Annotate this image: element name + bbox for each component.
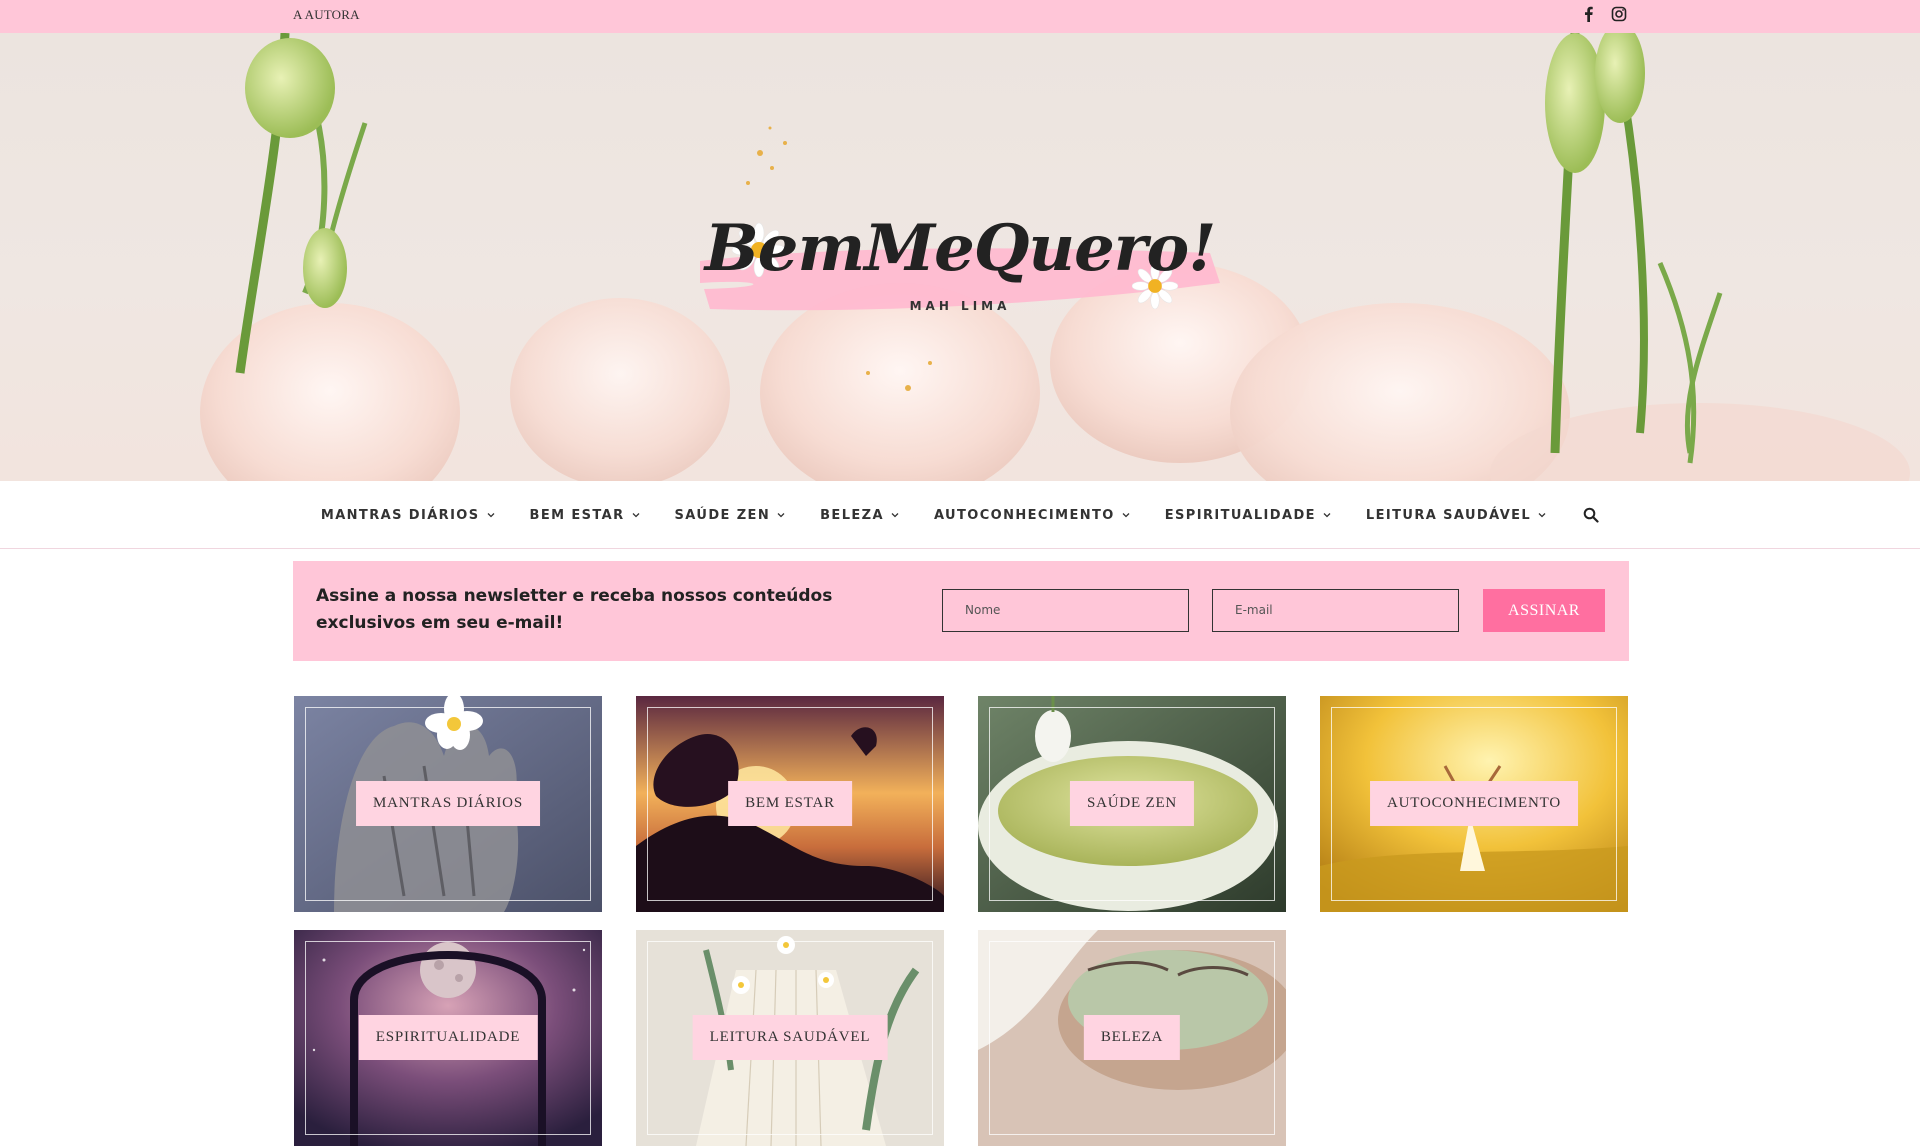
hero-banner: BemMeQuero! MAH LIMA — [0, 33, 1920, 481]
main-nav: MANTRAS DIÁRIOS BEM ESTAR SAÚDE ZEN BELE… — [0, 481, 1920, 549]
nav-item-beleza[interactable]: BELEZA — [820, 508, 900, 523]
chevron-down-icon — [487, 513, 494, 518]
author-link[interactable]: A AUTORA — [293, 7, 360, 23]
category-card-espiritualidade[interactable]: ESPIRITUALIDADE — [294, 930, 602, 1146]
category-label: BEM ESTAR — [728, 781, 852, 826]
social-links — [1581, 6, 1627, 22]
search-button[interactable] — [1581, 507, 1599, 523]
nav-item-saude-zen[interactable]: SAÚDE ZEN — [675, 508, 787, 523]
category-card-bem-estar[interactable]: BEM ESTAR — [636, 696, 944, 912]
newsletter-box: Assine a nossa newsletter e receba nosso… — [293, 561, 1629, 661]
nav-item-label: MANTRAS DIÁRIOS — [320, 507, 480, 523]
category-label: MANTRAS DIÁRIOS — [356, 781, 540, 826]
category-label: BELEZA — [1083, 1015, 1181, 1060]
logo-subtitle: MAH LIMA — [909, 299, 1011, 313]
chevron-down-icon — [891, 513, 899, 518]
category-card-mantras-diarios[interactable]: MANTRAS DIÁRIOS — [294, 696, 602, 912]
facebook-icon[interactable] — [1581, 6, 1597, 22]
nav-item-label: BEM ESTAR — [529, 507, 625, 523]
category-label: SAÚDE ZEN — [1069, 781, 1195, 826]
category-card-leitura-saudavel[interactable]: LEITURA SAUDÁVEL — [636, 930, 944, 1146]
chevron-down-icon — [1122, 513, 1130, 518]
nav-item-label: AUTOCONHECIMENTO — [933, 507, 1115, 523]
nav-item-autoconhecimento[interactable]: AUTOCONHECIMENTO — [934, 508, 1131, 523]
category-label: LEITURA SAUDÁVEL — [692, 1015, 888, 1060]
newsletter-text: Assine a nossa newsletter e receba nosso… — [316, 586, 833, 633]
chevron-down-icon — [1323, 513, 1331, 518]
nav-item-label: LEITURA SAUDÁVEL — [1365, 507, 1532, 523]
logo-title: BemMeQuero! — [704, 211, 1217, 286]
chevron-down-icon — [777, 513, 785, 518]
top-bar: A AUTORA — [0, 0, 1920, 33]
nav-item-label: SAÚDE ZEN — [674, 507, 771, 523]
category-label: ESPIRITUALIDADE — [358, 1015, 538, 1060]
site-logo[interactable]: BemMeQuero! MAH LIMA — [690, 183, 1230, 343]
chevron-down-icon — [632, 513, 640, 518]
subscribe-button[interactable]: ASSINAR — [1483, 589, 1605, 632]
category-card-autoconhecimento[interactable]: AUTOCONHECIMENTO — [1320, 696, 1628, 912]
nav-item-espiritualidade[interactable]: ESPIRITUALIDADE — [1165, 508, 1332, 523]
category-card-beleza[interactable]: BELEZA — [978, 930, 1286, 1146]
nav-item-label: BELEZA — [820, 507, 884, 523]
nav-item-bem-estar[interactable]: BEM ESTAR — [530, 508, 641, 523]
category-label: AUTOCONHECIMENTO — [1370, 781, 1578, 826]
email-field[interactable]: E-mail — [1212, 589, 1459, 632]
category-card-saude-zen[interactable]: SAÚDE ZEN — [978, 696, 1286, 912]
nav-item-leitura-saudavel[interactable]: LEITURA SAUDÁVEL — [1366, 508, 1547, 523]
nav-item-mantras-diarios[interactable]: MANTRAS DIÁRIOS — [321, 508, 496, 523]
chevron-down-icon — [1538, 513, 1546, 518]
instagram-icon[interactable] — [1611, 6, 1627, 22]
search-icon — [1583, 507, 1599, 523]
nav-item-label: ESPIRITUALIDADE — [1164, 507, 1316, 523]
name-field[interactable]: Nome — [942, 589, 1189, 632]
